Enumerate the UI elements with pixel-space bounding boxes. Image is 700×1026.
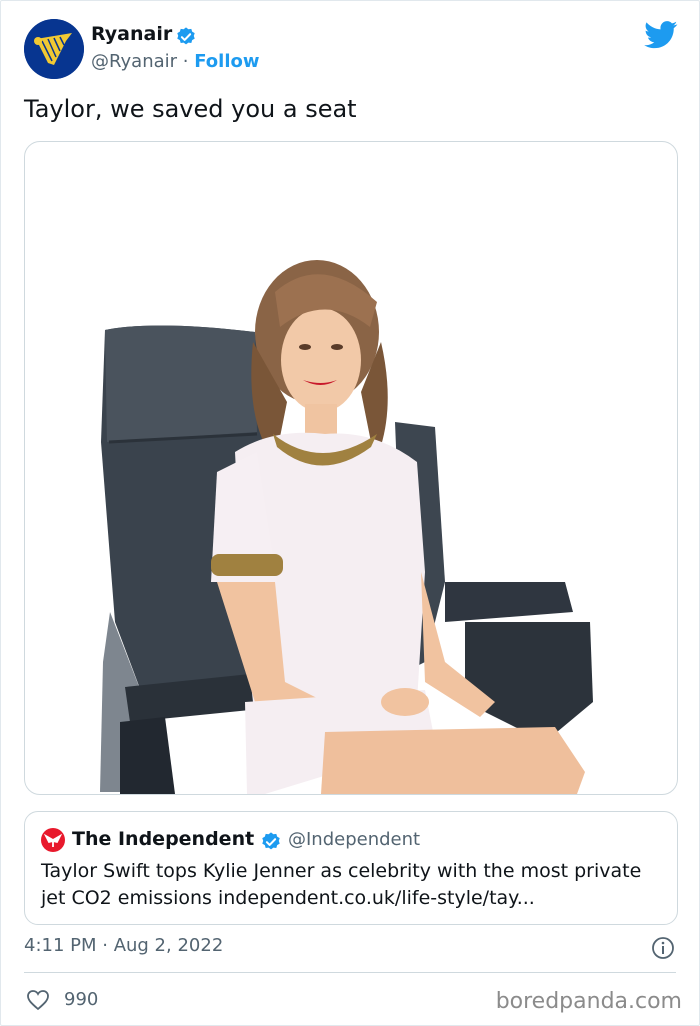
verified-badge-icon (177, 27, 195, 45)
twitter-bird-icon[interactable] (644, 21, 678, 49)
like-count: 990 (64, 989, 99, 1010)
independent-logo (41, 828, 65, 852)
follow-button[interactable]: Follow (194, 51, 259, 72)
ryanair-harp-logo (24, 19, 84, 79)
quoted-author-name: The Independent (72, 828, 255, 850)
divider (24, 972, 676, 973)
handle-separator: · (177, 51, 195, 72)
heart-icon[interactable] (26, 989, 50, 1011)
boredpanda-watermark: boredpanda.com (495, 989, 682, 1014)
quoted-tweet-text: Taylor Swift tops Kylie Jenner as celebr… (41, 860, 642, 909)
tweet-media-photo[interactable] (24, 141, 678, 795)
woman-on-airplane-seat-photo (100, 260, 593, 794)
quoted-tweet-card[interactable]: The Independent @Independent Taylor Swif… (24, 811, 678, 925)
author-handle-line: @Ryanair · Follow (91, 51, 260, 72)
tweet-timestamp[interactable]: 4:11 PM · Aug 2, 2022 (24, 935, 223, 956)
author-name[interactable]: Ryanair (91, 23, 172, 45)
tweet-text: Taylor, we saved you a seat (24, 95, 357, 123)
author-handle[interactable]: @Ryanair (91, 51, 177, 72)
tweet-embed: Ryanair @Ryanair · Follow Taylor, we sav… (0, 0, 700, 1026)
info-icon[interactable] (651, 936, 675, 960)
author-avatar[interactable] (24, 19, 84, 79)
quoted-author-handle: @Independent (288, 829, 421, 850)
independent-eagle-icon (43, 833, 63, 847)
verified-badge-icon (262, 832, 280, 850)
